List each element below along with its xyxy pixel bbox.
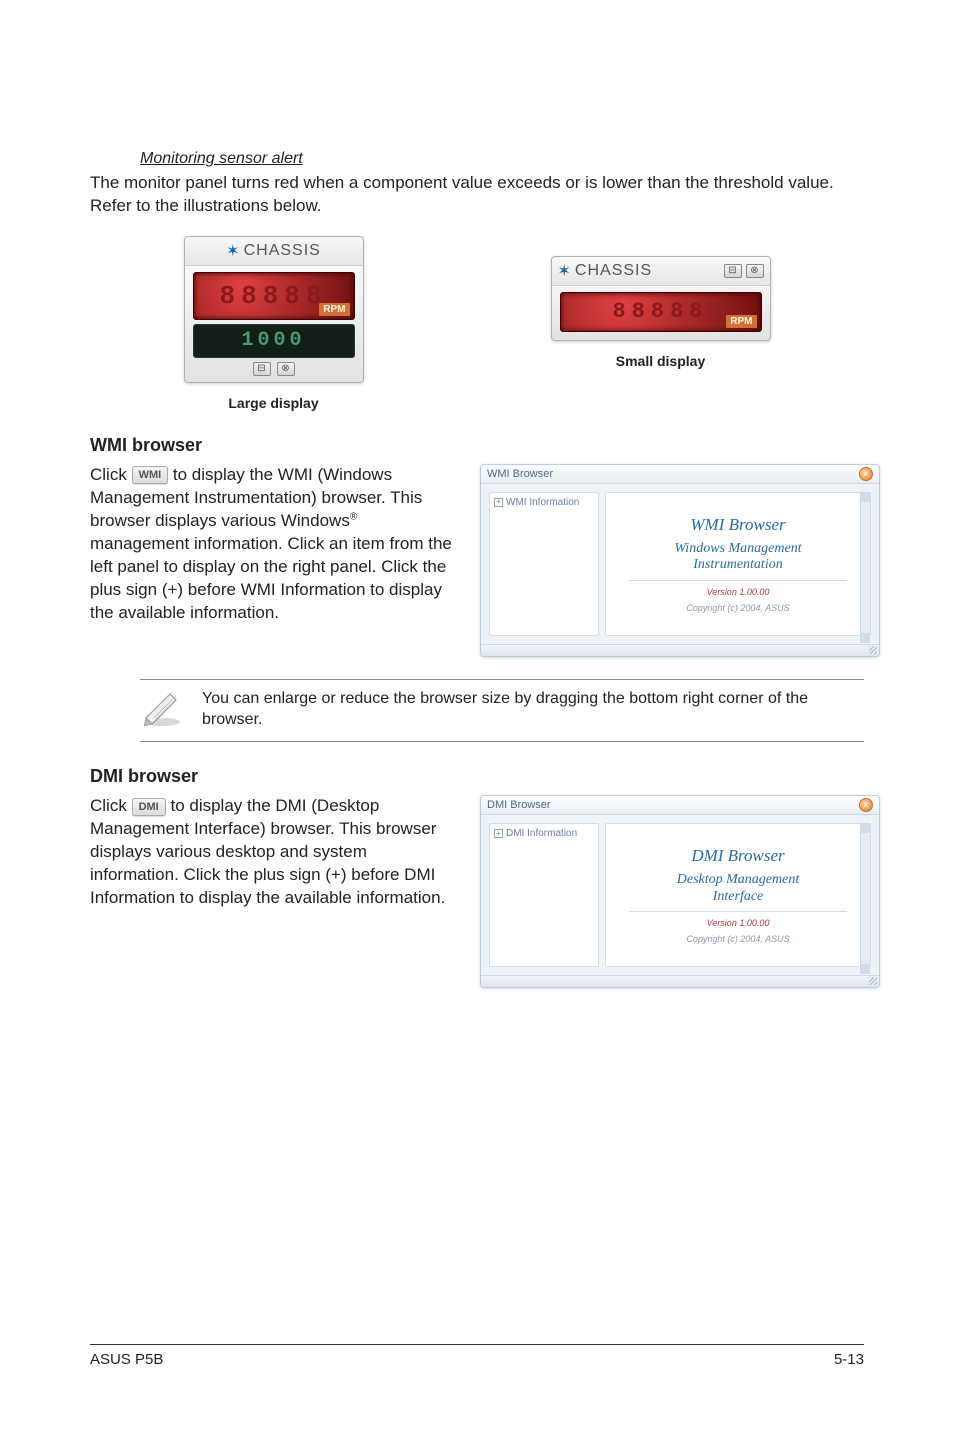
dmi-tree-item[interactable]: + DMI Information — [494, 828, 594, 839]
wmi-tree-label: WMI Information — [506, 497, 579, 508]
large-gauge-title: CHASSIS — [244, 242, 321, 260]
plus-icon[interactable]: + — [494, 498, 503, 507]
large-title-row: ✶ CHASSIS — [185, 237, 363, 266]
pencil-note-icon — [140, 688, 184, 728]
wmi-window: WMI Browser × + WMI Information WMI Brow… — [480, 464, 880, 657]
wmi-content-panel: WMI Browser Windows Management Instrumen… — [605, 492, 871, 636]
wmi-window-titlebar: WMI Browser × — [481, 465, 879, 484]
sensor-alert-paragraph: The monitor panel turns red when a compo… — [90, 172, 864, 218]
dmi-scrollbar[interactable] — [860, 823, 870, 974]
dmi-button[interactable]: DMI — [132, 798, 166, 816]
note-row: You can enlarge or reduce the browser si… — [140, 679, 864, 742]
divider — [629, 580, 847, 581]
wmi-scrollbar[interactable] — [860, 492, 870, 643]
wmi-text-tail: management information. Click an item fr… — [90, 534, 452, 622]
dmi-window-wrap: DMI Browser × + DMI Information DMI Brow… — [480, 795, 880, 988]
large-icon-row: ⊟ ⊗ — [185, 362, 363, 376]
small-display-block: ✶ CHASSIS ⊟ ⊗ 88888 RPM Small display — [551, 256, 771, 369]
small-red-lcd: 88888 RPM — [560, 292, 762, 332]
dmi-content-sub: Desktop Management Interface — [677, 872, 799, 906]
monitoring-sensor-alert-heading: Monitoring sensor alert — [140, 150, 864, 168]
wmi-window-body: + WMI Information WMI Browser Windows Ma… — [481, 484, 879, 644]
dmi-browser-heading: DMI browser — [90, 766, 864, 787]
large-rpm-badge: RPM — [319, 303, 349, 316]
wmi-tree-item[interactable]: + WMI Information — [494, 497, 594, 508]
dmi-content-title: DMI Browser — [691, 846, 784, 866]
plus-icon[interactable]: + — [494, 829, 503, 838]
small-title-row: ✶ CHASSIS ⊟ ⊗ — [552, 257, 770, 286]
small-display-caption: Small display — [551, 353, 771, 369]
collapse-icon[interactable]: ⊟ — [253, 362, 271, 376]
divider — [629, 911, 847, 912]
wmi-content-title: WMI Browser — [690, 515, 785, 535]
wmi-text-before: Click — [90, 465, 132, 484]
wmi-version: Version 1.00.00 — [707, 587, 770, 597]
footer-right: 5-13 — [834, 1351, 864, 1368]
wmi-tree-panel: + WMI Information — [489, 492, 599, 636]
dmi-window-body: + DMI Information DMI Browser Desktop Ma… — [481, 815, 879, 975]
dmi-window-title: DMI Browser — [487, 799, 551, 811]
page-footer: ASUS P5B 5-13 — [90, 1344, 864, 1368]
fan-icon: ✶ — [226, 241, 239, 261]
dmi-tree-label: DMI Information — [506, 828, 577, 839]
close-icon[interactable]: ⊗ — [277, 362, 295, 376]
large-dark-digits: 1000 — [241, 329, 305, 352]
close-icon[interactable]: × — [859, 467, 873, 481]
dmi-tree-panel: + DMI Information — [489, 823, 599, 967]
wmi-content-sub: Windows Management Instrumentation — [674, 541, 801, 575]
dmi-status-bar[interactable] — [481, 975, 879, 987]
close-icon[interactable]: ⊗ — [746, 264, 764, 278]
chassis-gauge-large: ✶ CHASSIS 88888 RPM 1000 ⊟ ⊗ — [184, 236, 364, 383]
dmi-text-before: Click — [90, 796, 132, 815]
wmi-browser-heading: WMI browser — [90, 435, 864, 456]
large-display-caption: Large display — [184, 395, 364, 411]
dmi-window: DMI Browser × + DMI Information DMI Brow… — [480, 795, 880, 988]
large-display-block: ✶ CHASSIS 88888 RPM 1000 ⊟ ⊗ Large displ… — [184, 236, 364, 411]
large-red-lcd: 88888 RPM — [193, 272, 355, 320]
dmi-two-col: Click DMI to display the DMI (Desktop Ma… — [90, 795, 864, 988]
fan-icon: ✶ — [558, 261, 571, 281]
wmi-status-bar[interactable] — [481, 644, 879, 656]
gauge-panels-row: ✶ CHASSIS 88888 RPM 1000 ⊟ ⊗ Large displ… — [90, 236, 864, 411]
registered-symbol: ® — [350, 511, 357, 522]
wmi-copyright: Copyright (c) 2004, ASUS — [686, 603, 789, 613]
wmi-window-wrap: WMI Browser × + WMI Information WMI Brow… — [480, 464, 880, 657]
expand-icon[interactable]: ⊟ — [724, 264, 742, 278]
dmi-text: Click DMI to display the DMI (Desktop Ma… — [90, 795, 460, 910]
wmi-button[interactable]: WMI — [132, 466, 169, 484]
large-dark-lcd: 1000 — [193, 324, 355, 358]
wmi-text: Click WMI to display the WMI (Windows Ma… — [90, 464, 460, 625]
dmi-copyright: Copyright (c) 2004, ASUS — [686, 934, 789, 944]
footer-left: ASUS P5B — [90, 1351, 163, 1368]
chassis-gauge-small: ✶ CHASSIS ⊟ ⊗ 88888 RPM — [551, 256, 771, 341]
small-gauge-title: CHASSIS — [575, 262, 652, 280]
dmi-content-panel: DMI Browser Desktop Management Interface… — [605, 823, 871, 967]
close-icon[interactable]: × — [859, 798, 873, 812]
small-rpm-badge: RPM — [726, 315, 756, 328]
note-text: You can enlarge or reduce the browser si… — [202, 688, 864, 731]
dmi-window-titlebar: DMI Browser × — [481, 796, 879, 815]
wmi-window-title: WMI Browser — [487, 468, 553, 480]
wmi-two-col: Click WMI to display the WMI (Windows Ma… — [90, 464, 864, 657]
dmi-version: Version 1.00.00 — [707, 918, 770, 928]
